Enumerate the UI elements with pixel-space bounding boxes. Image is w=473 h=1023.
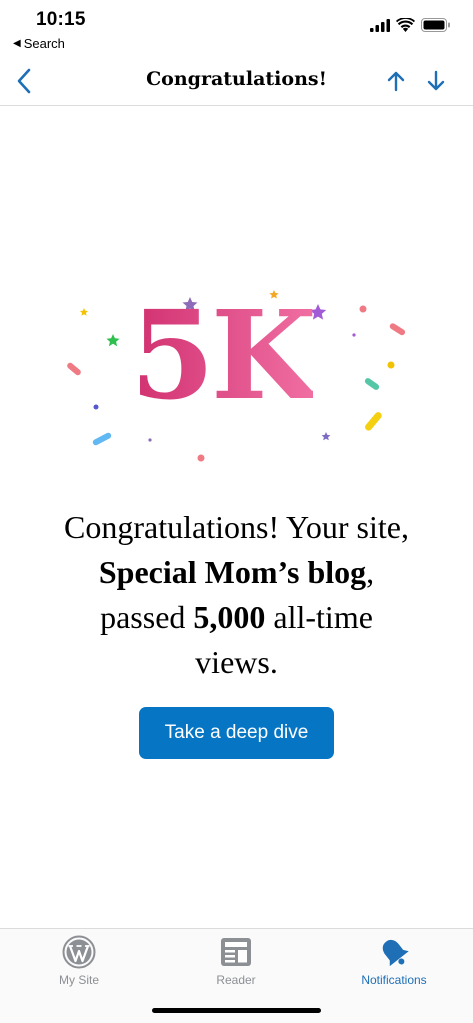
confetti-star: [321, 432, 331, 441]
bell-icon: [382, 939, 409, 967]
confetti-dot: [93, 404, 99, 410]
tab-my-site[interactable]: My Site: [9, 935, 149, 987]
tab-label: Notifications: [361, 973, 427, 987]
tab-reader[interactable]: Reader: [166, 935, 306, 987]
previous-notification-button[interactable]: [382, 66, 410, 96]
confetti-dot: [359, 305, 367, 313]
message-line-4: views.: [195, 644, 278, 680]
confetti-star: [79, 308, 89, 316]
navigation-bar: Congratulations!: [0, 58, 473, 106]
message-line-1: Congratulations! Your site,: [64, 509, 409, 545]
confetti-dash: [389, 323, 406, 336]
tab-notifications[interactable]: Notifications: [324, 935, 464, 987]
confetti-star: [106, 334, 120, 347]
battery-icon: [421, 18, 450, 32]
back-to-app-label: Search: [23, 36, 65, 51]
congratulations-message: Congratulations! Your site, Special Mom’…: [30, 505, 443, 685]
message-line-2: Special Mom’s blog,: [98, 554, 375, 590]
milestone-number: 5K: [130, 283, 317, 427]
confetti-dot: [352, 333, 356, 337]
view-count: 5,000: [193, 599, 266, 635]
confetti-dash: [92, 432, 112, 446]
reader-newspaper-icon: [221, 938, 251, 966]
wifi-icon: [396, 18, 415, 32]
site-name: Special Mom’s blog: [98, 554, 367, 590]
back-triangle-icon: ◀: [13, 38, 21, 49]
confetti-dash: [365, 412, 382, 431]
status-bar: 10:15 ◀ Search: [0, 0, 473, 58]
home-indicator: [152, 1008, 321, 1013]
take-a-deep-dive-button[interactable]: Take a deep dive: [139, 707, 334, 759]
confetti-dot: [148, 438, 152, 442]
confetti-dash: [364, 378, 380, 390]
confetti-dash: [67, 362, 81, 376]
arrow-down-icon: [427, 70, 445, 91]
cellular-signal-icon: [370, 18, 390, 32]
arrow-up-icon: [387, 71, 405, 92]
status-time: 10:15: [36, 9, 86, 30]
next-notification-button[interactable]: [422, 66, 450, 96]
tab-label: My Site: [58, 973, 99, 987]
message-line-3: passed 5,000 all-time: [100, 599, 373, 635]
tab-label: Reader: [216, 973, 256, 987]
milestone-illustration: 5K: [60, 282, 420, 472]
status-icons: [370, 18, 451, 32]
back-to-app-link[interactable]: ◀ Search: [13, 36, 65, 51]
wordpress-logo-icon: [62, 935, 96, 969]
screen: 10:15 ◀ Search Congratulations! 5K Congr…: [0, 0, 473, 1023]
confetti-dot: [387, 361, 395, 369]
confetti-dot: [197, 454, 205, 462]
